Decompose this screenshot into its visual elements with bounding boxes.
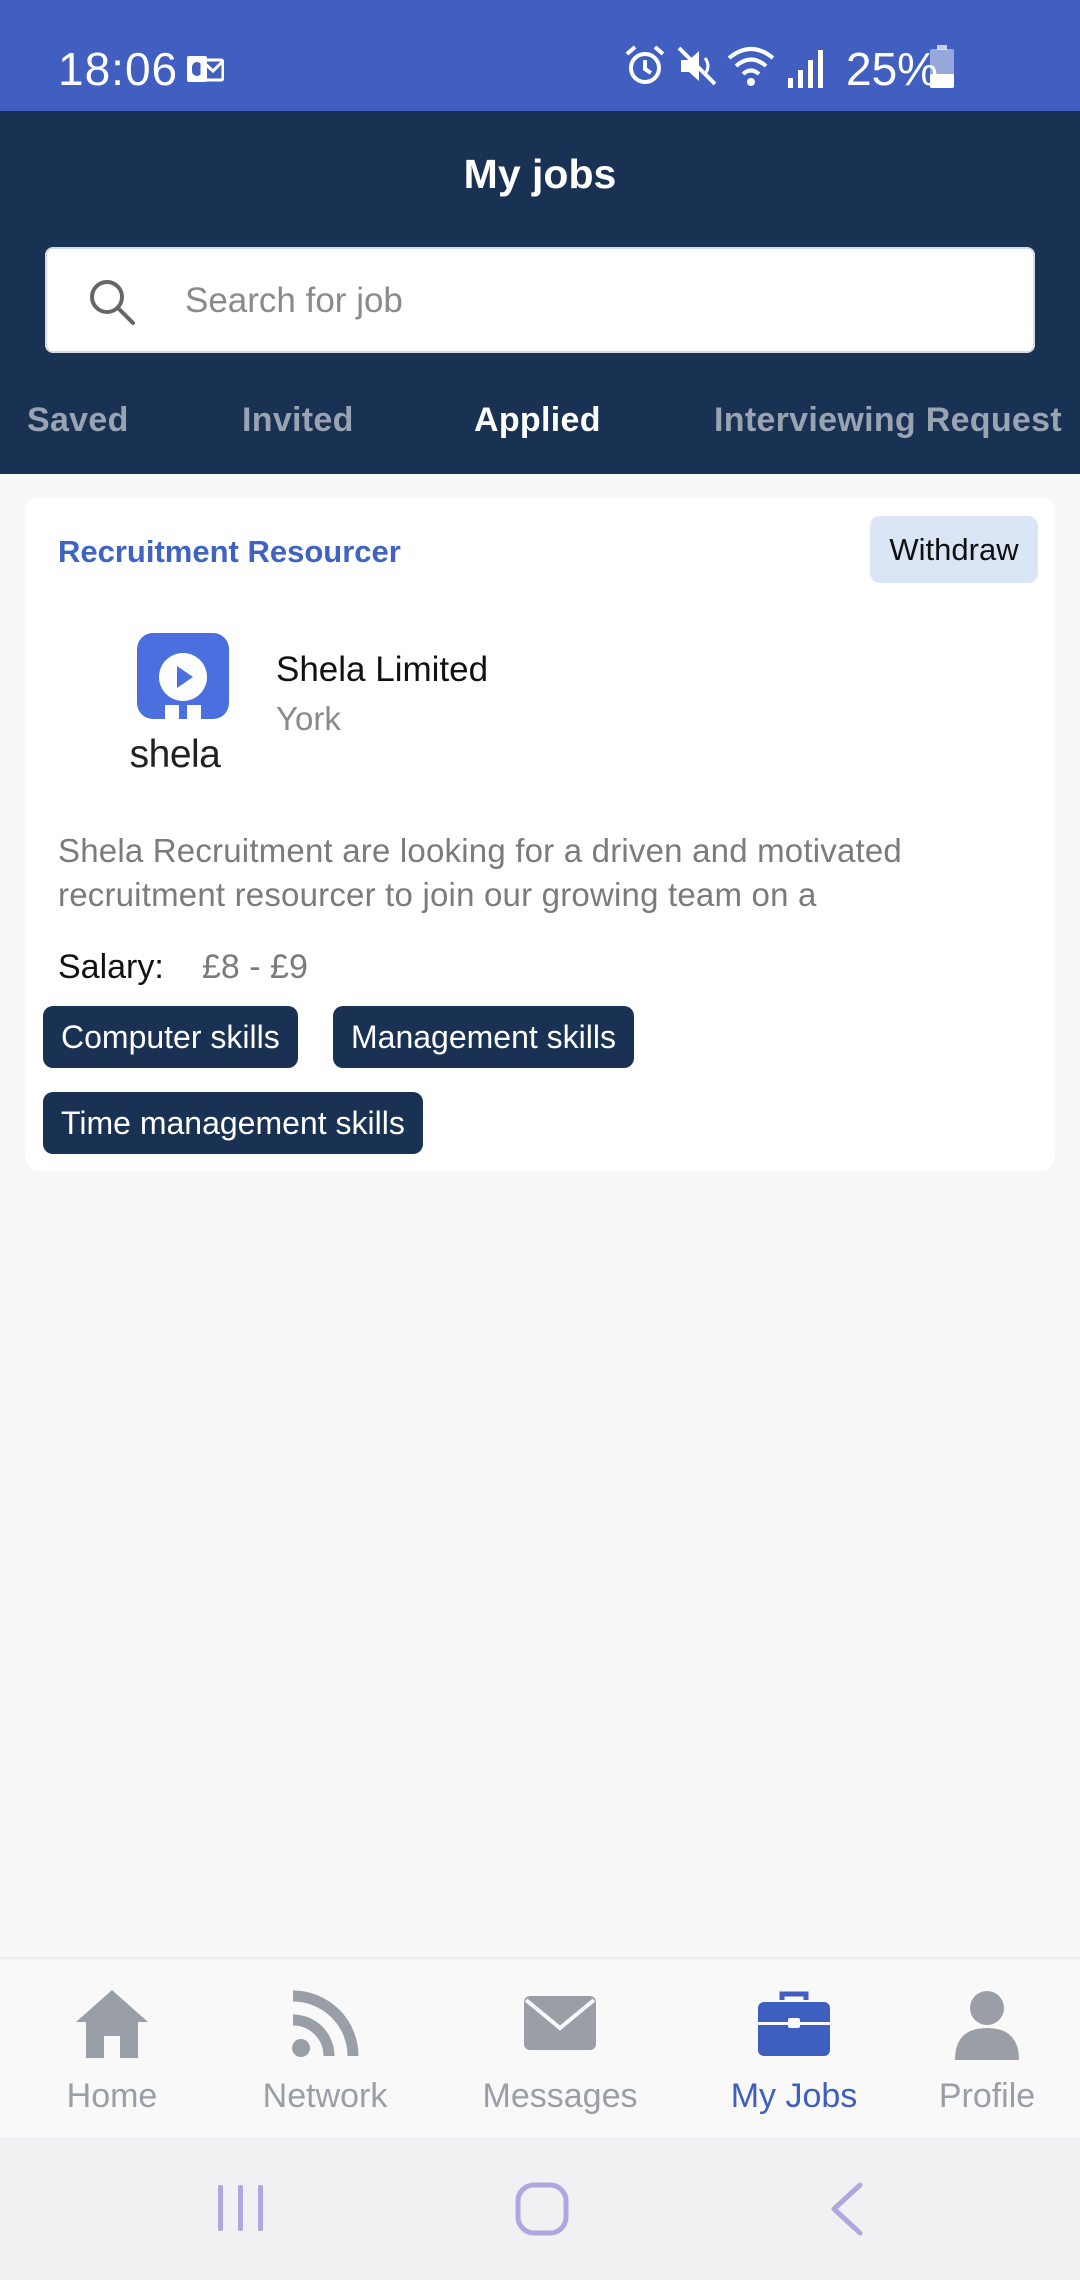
search-input[interactable]: [185, 267, 1005, 335]
search-icon: [90, 280, 135, 325]
skill-chip: Management skills: [333, 1006, 634, 1068]
nav-messages[interactable]: Messages: [460, 1959, 660, 2139]
nav-label: My Jobs: [730, 2077, 858, 2115]
shela-logo-icon: [137, 633, 229, 725]
company-location: York: [276, 700, 341, 737]
tab-applied[interactable]: Applied: [474, 401, 601, 440]
status-icons: 25%: [560, 36, 1080, 96]
job-description: Shela Recruitment are looking for a driv…: [58, 832, 902, 913]
outlook-notification-icon: [187, 56, 224, 82]
job-card[interactable]: Recruitment Resourcer Withdraw shela She…: [25, 498, 1055, 1171]
status-bar: 18:06 25%: [0, 0, 1080, 111]
home-button-icon[interactable]: [512, 2179, 572, 2239]
wifi-icon: [727, 47, 775, 86]
battery-icon: [930, 45, 954, 88]
home-icon: [76, 1990, 148, 2058]
nav-profile[interactable]: Profile: [887, 1959, 1080, 2139]
company-name: Shela Limited: [276, 650, 489, 689]
nav-network[interactable]: Network: [225, 1959, 425, 2139]
tab-saved[interactable]: Saved: [27, 401, 129, 440]
nav-home[interactable]: Home: [12, 1959, 212, 2139]
alarm-icon: [625, 45, 665, 84]
bottom-navigation: Home Network Messages My Jobs Profile: [0, 1957, 1080, 2137]
envelope-icon: [524, 1996, 596, 2050]
signal-icon: [788, 50, 823, 88]
salary-label: Salary:: [58, 948, 164, 986]
nav-label: Profile: [938, 2077, 1036, 2115]
battery-percent: 25%: [846, 43, 939, 95]
nav-label: Home: [66, 2077, 158, 2115]
status-time: 18:06: [58, 43, 179, 95]
briefcase-icon: [758, 1991, 830, 2056]
app-header: My jobs Saved Invited Applied Interviewi…: [0, 111, 1080, 474]
mute-icon: [677, 46, 717, 86]
skill-chip: Computer skills: [43, 1006, 298, 1068]
nav-label: Messages: [482, 2077, 638, 2115]
salary-value: £8 - £9: [202, 948, 308, 986]
system-navigation-bar: [0, 2137, 1080, 2280]
job-title[interactable]: Recruitment Resourcer: [58, 534, 401, 570]
company-logo: shela: [105, 633, 265, 778]
search-box[interactable]: [45, 247, 1035, 353]
recent-apps-icon[interactable]: [212, 2179, 270, 2237]
logo-text: shela: [129, 733, 221, 776]
tab-interviewing-request[interactable]: Interviewing Request: [714, 401, 1062, 440]
nav-label: Network: [262, 2077, 388, 2115]
back-icon[interactable]: [822, 2179, 872, 2239]
person-icon: [955, 1991, 1019, 2060]
page-title: My jobs: [463, 151, 617, 197]
tab-invited[interactable]: Invited: [242, 401, 354, 440]
rss-icon: [292, 1990, 359, 2057]
skill-chip: Time management skills: [43, 1092, 423, 1154]
job-status-tabs: Saved Invited Applied Interviewing Reque…: [0, 401, 1080, 474]
nav-my-jobs[interactable]: My Jobs: [694, 1959, 894, 2139]
withdraw-button[interactable]: Withdraw: [870, 516, 1038, 583]
